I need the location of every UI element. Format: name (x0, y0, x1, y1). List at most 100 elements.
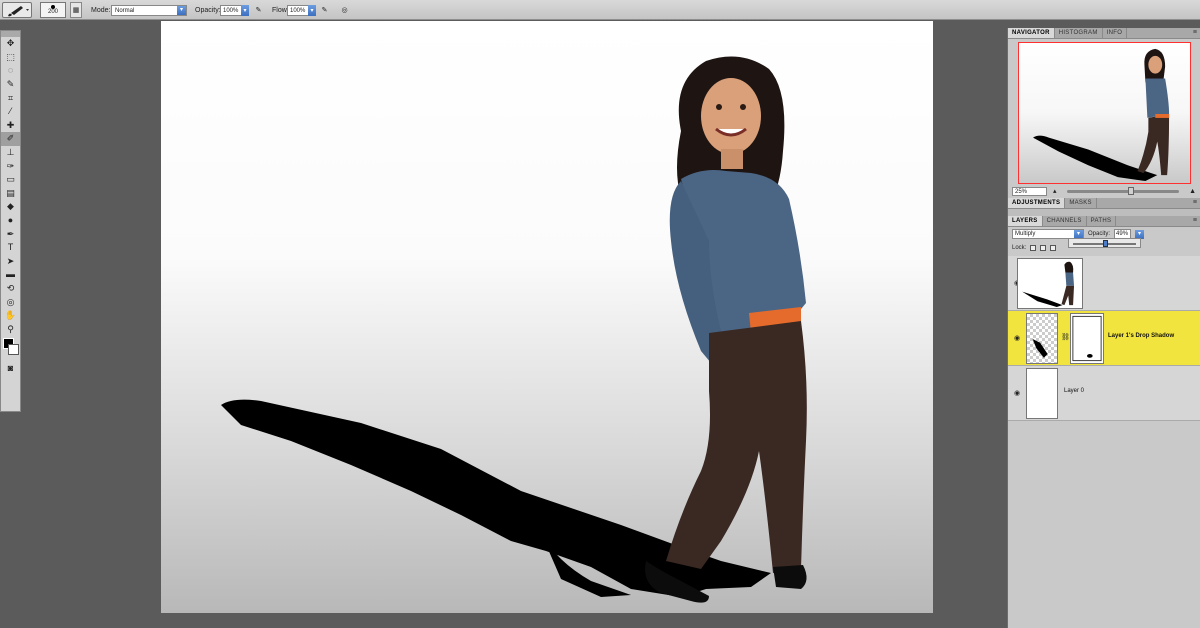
3d-rotate-tool[interactable]: ⟲ (1, 282, 20, 296)
brush-icon: ✐ (6, 133, 15, 144)
zoom-slider-thumb[interactable] (1128, 186, 1135, 195)
tab-info[interactable]: INFO (1103, 28, 1128, 38)
opacity-value: 100% (223, 7, 239, 14)
layer-thumbnail (1026, 368, 1058, 419)
layer-mask-thumbnail (1070, 313, 1104, 364)
lock-transparency-icon[interactable] (1030, 244, 1037, 251)
quick-selection-icon: ✎ (6, 79, 15, 90)
layer-row-drop-shadow[interactable]: ◉ ⛓ Layer 1's Drop Shadow (1008, 311, 1200, 366)
airbrush-button[interactable]: ✎ (318, 2, 331, 18)
zoom-value: 25% (1015, 188, 1028, 195)
opacity-slider-thumb[interactable] (1103, 240, 1108, 247)
brushes-panel-toggle[interactable]: ▦ (70, 2, 82, 18)
quick-selection-tool[interactable]: ✎ (1, 78, 20, 92)
flow-slider-toggle[interactable]: ▾ (308, 5, 316, 16)
panel-menu-icon[interactable]: ≡ (1193, 29, 1197, 36)
move-icon: ✥ (6, 38, 15, 49)
layer-name: Layer 0 (1064, 388, 1085, 394)
mode-select[interactable]: Normal ▾ (111, 5, 187, 16)
tab-navigator[interactable]: NAVIGATOR (1008, 28, 1055, 38)
tab-masks[interactable]: MASKS (1065, 198, 1097, 208)
pressure-opacity-button[interactable]: ✎ (252, 2, 265, 18)
shape-tool[interactable]: ▬ (1, 268, 20, 282)
link-icon: ⛓ (1061, 334, 1070, 341)
eye-icon[interactable]: ◉ (1012, 388, 1022, 398)
eyedropper-tool[interactable]: ⁄ (1, 105, 20, 119)
crop-tool[interactable]: ⌗ (1, 91, 20, 105)
lock-label: Lock: (1012, 244, 1027, 251)
pen-icon: ✒ (6, 228, 15, 239)
quick-mask-icon: ◙ (7, 363, 14, 374)
marquee-icon: ⬚ (6, 51, 15, 62)
layer-opacity-slider[interactable] (1068, 238, 1141, 248)
blur-tool[interactable]: ◆ (1, 200, 20, 214)
brush-size: 200 (47, 9, 58, 15)
opacity-input[interactable]: 100% (220, 5, 242, 16)
layer-row[interactable]: ◉ Layer 0 (1008, 366, 1200, 421)
opacity-slider-toggle[interactable]: ▾ (241, 5, 249, 16)
zoom-out-icon[interactable]: ▴ (1053, 187, 1057, 195)
opacity-label: Opacity: (195, 6, 221, 14)
layer-row[interactable]: ◉ (1008, 256, 1200, 311)
3d-orbit-tool[interactable]: ◎ (1, 295, 20, 309)
navigator-footer: 25% ▴ ▲ (1008, 184, 1200, 198)
gradient-tool[interactable]: ▤ (1, 187, 20, 201)
healing-brush-tool[interactable]: ✚ (1, 119, 20, 133)
lock-position-icon[interactable] (1050, 244, 1057, 251)
zoom-slider[interactable] (1066, 186, 1180, 195)
panel-menu-icon[interactable]: ≡ (1193, 199, 1197, 206)
lasso-tool[interactable]: ◌ (1, 64, 20, 78)
tab-histogram[interactable]: HISTOGRAM (1055, 28, 1103, 38)
lock-pixels-icon[interactable] (1040, 244, 1047, 251)
panel-dock: NAVIGATOR HISTOGRAM INFO ≡ 25% ▴ ▲ ADJUS… (1007, 28, 1200, 628)
brushes-panel-icon: ▦ (72, 7, 80, 14)
brush-tool[interactable]: ✐ (1, 132, 20, 146)
hand-tool[interactable]: ✋ (1, 309, 20, 323)
3d-orbit-icon: ◎ (6, 296, 15, 307)
tool-preset-picker[interactable] (2, 2, 32, 18)
layer-thumbnail (1026, 313, 1058, 364)
move-tool[interactable]: ✥ (1, 37, 20, 51)
mode-value: Normal (115, 7, 135, 14)
history-brush-tool[interactable]: ✑ (1, 159, 20, 173)
path-selection-tool[interactable]: ➤ (1, 255, 20, 269)
crop-icon: ⌗ (7, 92, 14, 103)
layers-tabs: LAYERS CHANNELS PATHS ≡ (1008, 216, 1200, 227)
flow-input[interactable]: 100% (287, 5, 309, 16)
dodge-tool[interactable]: ● (1, 214, 20, 228)
tablet-icon: ◎ (341, 7, 348, 14)
panel-menu-icon[interactable]: ≡ (1193, 217, 1197, 224)
layer-name: Layer 1's Drop Shadow (1108, 333, 1175, 339)
zoom-input[interactable]: 25% (1012, 186, 1047, 196)
quick-mask-button[interactable]: ◙ (1, 362, 20, 376)
eraser-tool[interactable]: ▭ (1, 173, 20, 187)
tablet-pressure-button[interactable]: ◎ (338, 2, 351, 18)
document-canvas[interactable] (161, 21, 933, 613)
zoom-in-icon[interactable]: ▲ (1189, 188, 1196, 195)
brush-preset-picker[interactable]: 200 (40, 2, 66, 18)
clone-stamp-icon: ⊥ (6, 147, 15, 158)
gradient-icon: ▤ (6, 187, 15, 198)
photo-girl-with-shadow (221, 56, 807, 603)
layer-thumbnail (1017, 258, 1083, 309)
clone-stamp-tool[interactable]: ⊥ (1, 146, 20, 160)
layer-opacity-value: 49% (1116, 231, 1129, 237)
marquee-tool[interactable]: ⬚ (1, 51, 20, 65)
mode-label: Mode: (91, 6, 111, 14)
brush-icon (8, 6, 29, 17)
healing-brush-icon: ✚ (6, 119, 15, 130)
options-bar: 200 ▦ Mode: Normal ▾ Opacity: 100% ▾ ✎ F… (0, 0, 1200, 20)
tab-layers[interactable]: LAYERS (1008, 216, 1043, 226)
background-color[interactable] (8, 344, 19, 356)
eraser-icon: ▭ (6, 174, 15, 185)
pen-tool[interactable]: ✒ (1, 227, 20, 241)
tab-paths[interactable]: PATHS (1087, 216, 1117, 226)
tab-adjustments[interactable]: ADJUSTMENTS (1008, 198, 1066, 208)
zoom-tool[interactable]: ⚲ (1, 322, 20, 336)
navigator-preview[interactable] (1018, 42, 1191, 184)
eye-icon[interactable]: ◉ (1012, 333, 1022, 343)
flow-value: 100% (290, 7, 306, 14)
adjustments-collapsed (1008, 209, 1200, 216)
tab-channels[interactable]: CHANNELS (1043, 216, 1087, 226)
type-tool[interactable]: T (1, 241, 20, 255)
